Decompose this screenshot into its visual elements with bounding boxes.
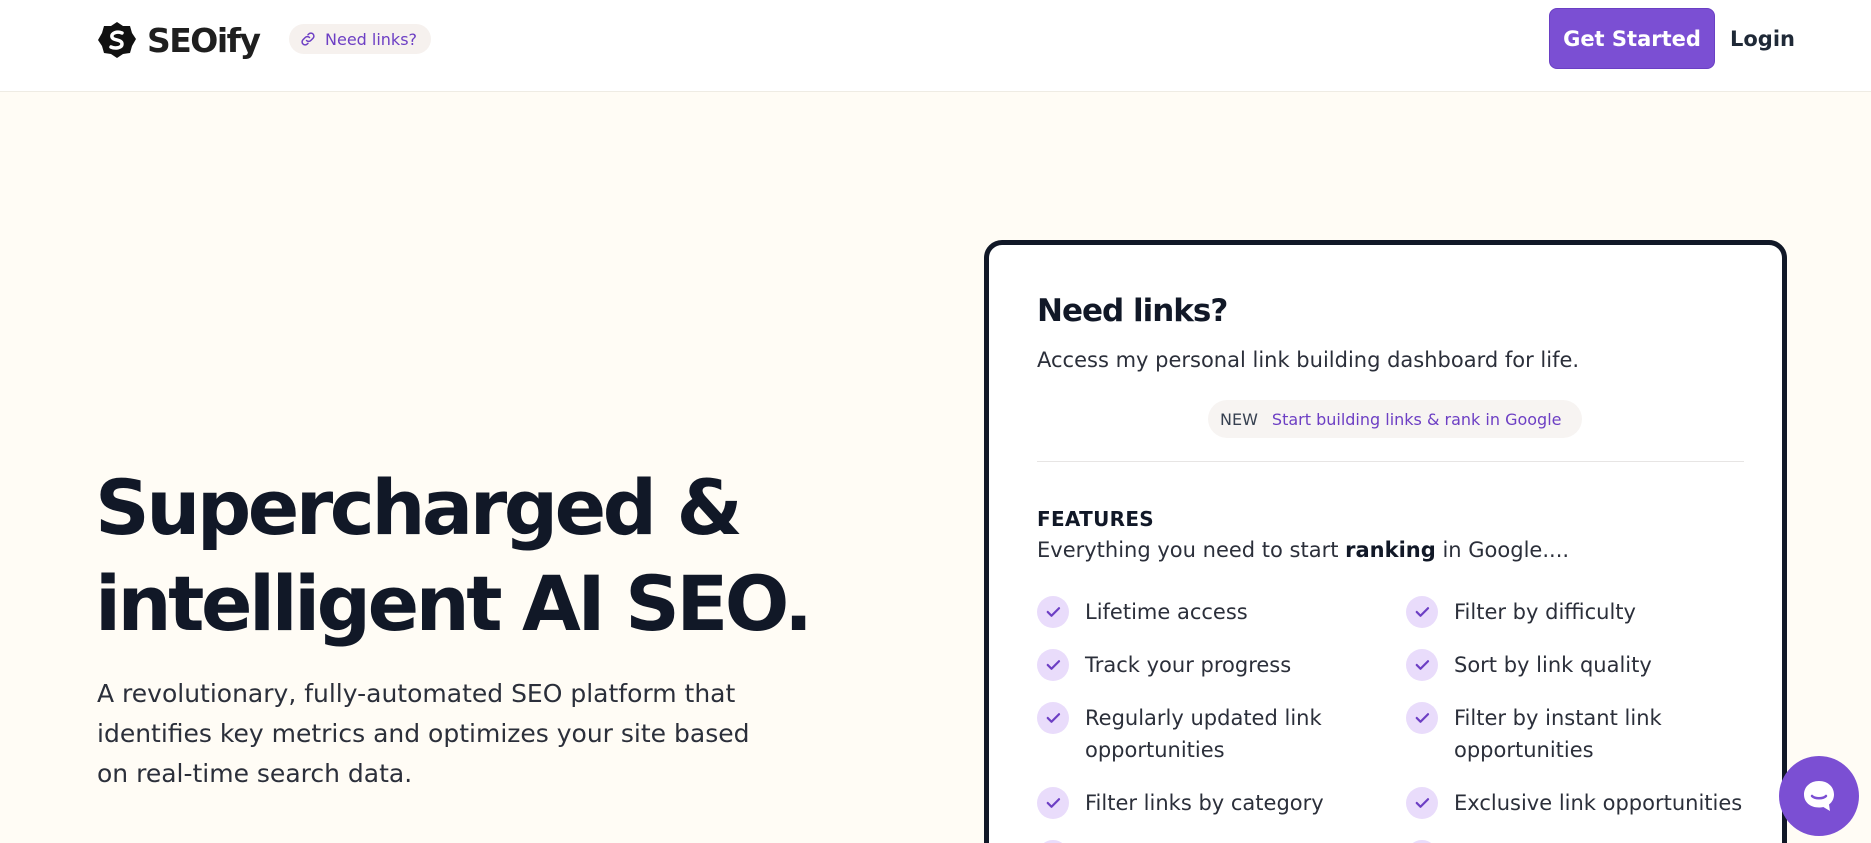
feature-item: Filter by instant link opportunities [1406, 702, 1706, 766]
features-sub-prefix: Everything you need to start [1037, 538, 1339, 562]
hero-title-line1: Supercharged & [95, 463, 743, 552]
check-icon [1406, 596, 1438, 628]
seoify-logo-icon [98, 22, 136, 58]
check-icon [1406, 702, 1438, 734]
card-title: Need links? [1037, 293, 1228, 329]
check-icon [1037, 649, 1069, 681]
hero-title: Supercharged & intelligent AI SEO. [95, 460, 855, 652]
features-subtitle: Everything you need to start ranking in … [1037, 538, 1569, 562]
feature-label: Regularly updated link opportunities [1085, 706, 1322, 762]
site-header: SEOify Need links? Get Started Login [0, 0, 1871, 92]
card-divider [1037, 461, 1744, 462]
features-sub-bold: ranking [1345, 538, 1436, 562]
feature-label: Lifetime access [1085, 600, 1248, 624]
brand-logo[interactable]: SEOify [97, 20, 261, 60]
badge-message: Start building links & rank in Google [1271, 409, 1562, 429]
check-icon [1037, 787, 1069, 819]
check-icon [1037, 702, 1069, 734]
feature-item: Track your progress [1037, 649, 1377, 681]
feature-label: Exclusive link opportunities [1454, 791, 1743, 815]
chat-bubble-icon [1804, 781, 1834, 811]
check-icon [1037, 596, 1069, 628]
hero-subtitle: A revolutionary, fully-automated SEO pla… [97, 679, 750, 788]
feature-label: Filter by instant link opportunities [1454, 706, 1662, 762]
new-badge[interactable]: NEW Start building links & rank in Googl… [1208, 400, 1582, 438]
login-link[interactable]: Login [1730, 20, 1795, 58]
feature-label: Filter by difficulty [1454, 600, 1636, 624]
feature-item: Sort by link quality [1406, 649, 1746, 681]
feature-label: Sort by link quality [1454, 653, 1652, 677]
features-heading: FEATURES [1037, 507, 1154, 531]
hero-title-line2: intelligent AI SEO. [95, 559, 813, 648]
need-links-pill-label: Need links? [325, 29, 418, 49]
feature-item: Lifetime access [1037, 596, 1377, 628]
card-description: Access my personal link building dashboa… [1037, 348, 1580, 372]
need-links-card: Need links? Access my personal link buil… [984, 240, 1787, 843]
badge-new-label: NEW [1220, 409, 1258, 429]
feature-item: Exclusive link opportunities [1406, 787, 1766, 819]
feature-label: Filter links by category [1085, 791, 1324, 815]
need-links-pill[interactable]: Need links? [289, 24, 432, 54]
brand-name: SEOify [147, 20, 261, 60]
get-started-button[interactable]: Get Started [1549, 8, 1715, 69]
link-icon [301, 32, 315, 46]
features-sub-suffix: in Google.... [1442, 538, 1570, 562]
feature-label: Track your progress [1085, 653, 1292, 677]
chat-widget-button[interactable] [1779, 756, 1859, 836]
check-icon [1406, 649, 1438, 681]
feature-item: Regularly updated link opportunities [1037, 702, 1337, 766]
check-icon [1406, 787, 1438, 819]
feature-item: Filter links by category [1037, 787, 1377, 819]
feature-item: Filter by difficulty [1406, 596, 1746, 628]
